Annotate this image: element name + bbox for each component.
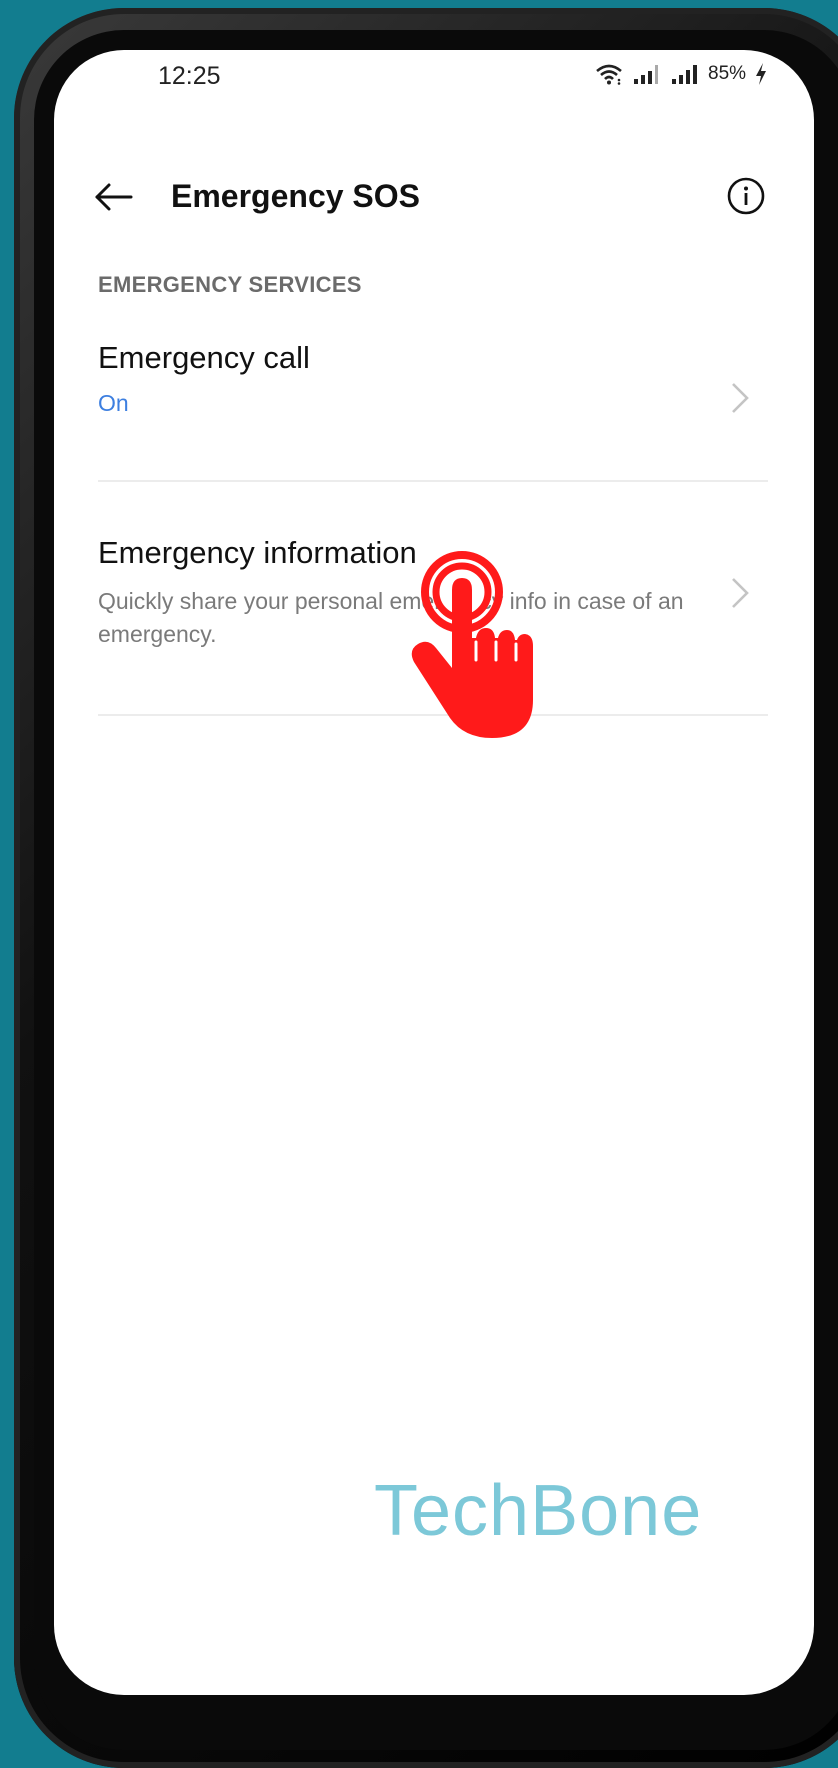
signal-icon-sim1 — [632, 63, 662, 85]
item-title: Emergency call — [98, 340, 310, 375]
item-title: Emergency information — [98, 535, 417, 570]
info-button[interactable] — [726, 176, 766, 216]
page-title: Emergency SOS — [171, 178, 420, 214]
signal-icon-sim2 — [670, 63, 700, 85]
emergency-call-item[interactable]: Emergency call On — [98, 340, 768, 490]
back-button[interactable] — [92, 175, 136, 219]
status-time: 12:25 — [158, 62, 221, 90]
status-bar: 12:25 85% — [54, 50, 814, 120]
wifi-icon — [594, 63, 624, 85]
item-description: Quickly share your personal emergency in… — [98, 588, 684, 647]
chevron-right-icon — [732, 383, 749, 413]
phone-screen: 12:25 85% Emergency SOS EMERGENCY SERVIC… — [54, 50, 814, 1695]
item-status: On — [98, 390, 129, 416]
chevron-right-icon — [732, 578, 749, 608]
arrow-left-icon — [95, 183, 133, 211]
section-header: EMERGENCY SERVICES — [98, 272, 362, 297]
charging-bolt-icon — [754, 62, 768, 86]
info-circle-icon — [727, 177, 765, 215]
battery-percentage: 85% — [708, 63, 747, 84]
tap-hand-icon — [411, 551, 533, 738]
status-icons: 85% — [594, 62, 768, 86]
techbone-watermark: TechBone — [374, 1471, 703, 1551]
app-bar: Emergency SOS — [54, 160, 814, 230]
divider — [98, 480, 768, 482]
